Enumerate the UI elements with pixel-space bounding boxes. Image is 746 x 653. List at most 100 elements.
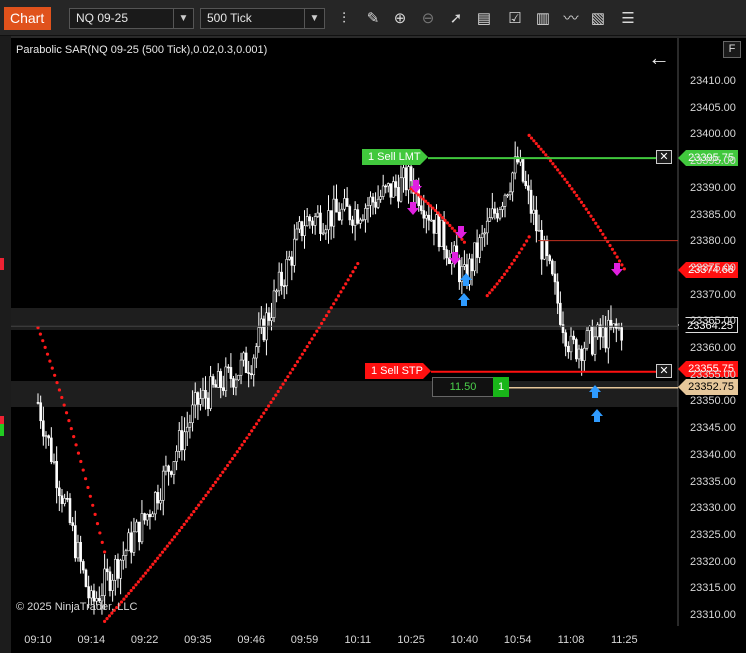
sar-dot [204,493,208,498]
price-axis-label: 23310.00 [690,609,736,621]
candle-body [272,290,276,319]
sar-dot [315,329,319,333]
candle-body [143,513,146,521]
candle-body [371,196,375,203]
candle-body [132,531,136,553]
candle-body [111,579,114,591]
sar-dot [579,200,584,204]
candle-body [135,521,138,533]
sar-dot [567,184,572,188]
sar-dot [436,211,440,215]
candle-body [311,220,314,226]
price-axis-label: 23375.00 [690,261,736,274]
candle-body [290,256,294,266]
price-axis-label: 23400.00 [690,128,736,141]
candle-body [506,194,509,197]
sar-dot [218,473,222,478]
sar-dot [517,251,521,255]
candle-body [44,435,48,437]
candle-body [337,211,341,221]
sar-dot [438,213,442,217]
sar-dot [497,279,502,283]
candle-body [47,435,50,439]
sar-dot [495,282,499,286]
candle-body [498,209,502,219]
sar-dot [522,243,526,247]
sar-dot [60,395,64,400]
candle-body [620,327,623,341]
sell-lmt-order-tag[interactable]: 1 Sell LMT [362,149,428,165]
candle-body [87,586,90,599]
candle-body [116,558,120,579]
candle-body [156,492,160,504]
candle-body [508,191,512,196]
candle-body [556,281,559,304]
candle-body [199,398,202,405]
price-axis-label: 23320.00 [690,555,736,568]
candle-body [591,326,594,355]
candle-body [569,335,573,353]
sar-dot [163,547,167,551]
sar-dot [485,294,489,298]
sar-dot [172,535,177,539]
position-pnl[interactable]: 11.50 [432,377,494,397]
sar-dot [216,477,220,481]
candle-body [442,219,446,250]
candle-body [366,205,370,209]
candle-body [361,219,365,221]
sar-dot [279,386,283,390]
candle-body [503,194,507,207]
sar-dot [182,522,186,526]
signal-down-arrow [407,202,419,215]
sar-dot [53,373,57,377]
candle-body [303,225,306,236]
sar-dot [320,321,324,326]
candle-body [84,569,88,587]
candle-body [583,347,586,361]
sar-dot [223,467,227,471]
sar-dot [448,223,452,228]
candle-body [407,166,410,191]
candle-body [270,317,273,321]
sar-dot [64,411,69,415]
sar-dot [443,218,447,222]
candle-body [247,372,250,374]
candle-body [329,210,333,227]
sar-dot [81,468,85,472]
cancel-sell-stp-button[interactable]: ✕ [656,364,672,378]
candle-body [567,345,570,353]
cancel-sell-lmt-button[interactable]: ✕ [656,150,672,164]
sar-dot [307,341,312,345]
candle-body [351,219,354,226]
sell-stp-order-tag[interactable]: 1 Sell STP [365,363,431,379]
sar-dot [539,147,543,151]
candle-body [313,216,317,226]
position-quantity[interactable]: 1 [493,377,509,397]
sar-dot [283,378,288,382]
candle-body [521,158,525,182]
sar-dot [532,139,536,143]
price-axis-label: 23385.00 [690,208,736,221]
arrow-left-icon[interactable]: ← [648,47,670,69]
f-button[interactable]: F [723,41,741,58]
candle-body [535,209,538,232]
sar-dot [529,136,534,140]
time-axis-label: 11:08 [557,634,585,646]
candle-body [425,214,428,219]
candle-body [561,324,565,334]
candle-body [161,470,165,501]
sar-dot [560,174,565,178]
candle-body [119,559,122,579]
candle-body [280,271,283,286]
candle-body [332,198,336,227]
sar-dot [269,400,273,404]
sar-dot [43,345,47,349]
sar-dot [264,407,268,412]
price-axis-label: 23380.00 [690,235,736,248]
sar-dot [556,168,560,172]
price-axis-label: 23330.00 [690,502,736,515]
time-axis-label: 11:25 [610,634,638,646]
price-chart[interactable] [0,0,746,653]
candle-body [340,208,344,221]
sar-dot [433,208,437,213]
